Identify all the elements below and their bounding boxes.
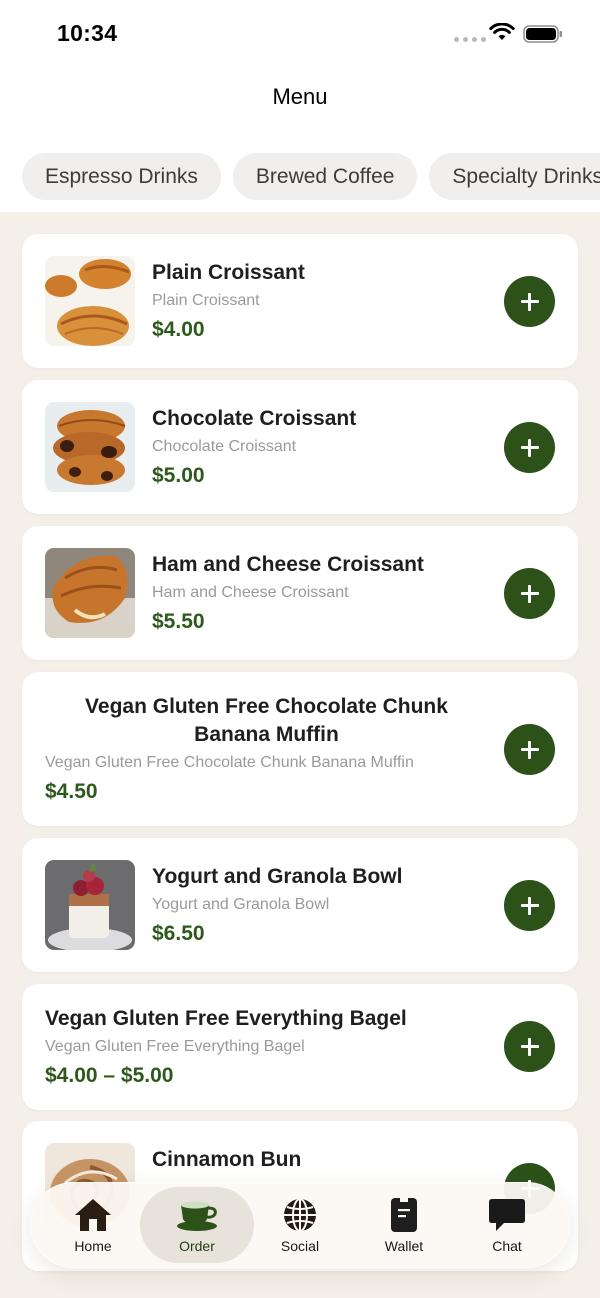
item-image — [45, 402, 135, 492]
item-name: Chocolate Croissant — [152, 407, 357, 430]
list-item[interactable]: Yogurt and Granola Bowl Yogurt and Grano… — [22, 838, 578, 972]
category-tabs: Espresso Drinks Brewed Coffee Specialty … — [22, 153, 600, 200]
top-bar: 10:34 Menu Espresso Drinks Brewed Coffee… — [0, 0, 600, 212]
list-item[interactable]: Plain Croissant Plain Croissant $4.00 — [22, 234, 578, 368]
item-description: Plain Croissant — [152, 292, 260, 309]
item-name: Vegan Gluten Free Chocolate Chunk Banana… — [85, 695, 448, 746]
item-image — [45, 860, 135, 950]
nav-order[interactable]: Order — [140, 1187, 254, 1263]
nav-home[interactable]: Home — [36, 1187, 150, 1263]
nav-label: Home — [74, 1237, 112, 1254]
item-price: $5.50 — [152, 610, 205, 633]
tab-espresso-drinks[interactable]: Espresso Drinks — [22, 153, 221, 200]
item-price: $5.00 — [152, 464, 205, 487]
status-time: 10:34 — [57, 20, 118, 46]
globe-icon — [284, 1197, 316, 1232]
add-button[interactable] — [504, 724, 555, 775]
item-image — [45, 256, 135, 346]
item-info: Vegan Gluten Free Everything Bagel Vegan… — [45, 1005, 488, 1090]
bottom-nav: Home Order Social Wallet Chat — [30, 1182, 570, 1268]
item-name: Yogurt and Granola Bowl — [152, 865, 403, 888]
item-info: Chocolate Croissant Chocolate Croissant … — [152, 405, 488, 490]
nav-social[interactable]: Social — [243, 1187, 357, 1263]
list-item[interactable]: Vegan Gluten Free Chocolate Chunk Banana… — [22, 672, 578, 826]
item-description: Yogurt and Granola Bowl — [152, 896, 330, 913]
item-name: Ham and Cheese Croissant — [152, 553, 424, 576]
coffee-cup-icon — [177, 1201, 217, 1231]
add-button[interactable] — [504, 568, 555, 619]
page-title: Menu — [272, 84, 328, 109]
chat-bubble-icon — [489, 1198, 525, 1231]
item-info: Plain Croissant Plain Croissant $4.00 — [152, 259, 488, 344]
item-info: Vegan Gluten Free Chocolate Chunk Banana… — [45, 693, 488, 806]
tab-brewed-coffee[interactable]: Brewed Coffee — [232, 153, 418, 200]
nav-wallet[interactable]: Wallet — [347, 1187, 461, 1263]
item-price: $4.50 — [45, 780, 98, 803]
plus-icon — [520, 1037, 539, 1056]
plus-icon — [520, 584, 539, 603]
list-item[interactable]: Vegan Gluten Free Everything Bagel Vegan… — [22, 984, 578, 1110]
item-name: Cinnamon Bun — [152, 1148, 302, 1171]
plus-icon — [520, 292, 539, 311]
battery-icon — [523, 25, 562, 43]
wallet-card-icon — [391, 1197, 417, 1232]
item-price: $4.00 — [152, 318, 205, 341]
tab-specialty-drinks[interactable]: Specialty Drinks — [429, 153, 600, 200]
item-name: Vegan Gluten Free Everything Bagel — [45, 1007, 407, 1030]
item-price: $4.00 – $5.00 — [45, 1064, 174, 1087]
signal-icon — [454, 37, 486, 42]
add-button[interactable] — [504, 880, 555, 931]
plus-icon — [520, 740, 539, 759]
item-price: $6.50 — [152, 922, 205, 945]
item-image — [45, 548, 135, 638]
item-description: Ham and Cheese Croissant — [152, 584, 349, 601]
add-button[interactable] — [504, 1021, 555, 1072]
list-item[interactable]: Ham and Cheese Croissant Ham and Cheese … — [22, 526, 578, 660]
item-description: Vegan Gluten Free Everything Bagel — [45, 1038, 305, 1055]
item-description: Vegan Gluten Free Chocolate Chunk Banana… — [45, 754, 414, 771]
home-icon — [75, 1198, 111, 1231]
nav-label: Order — [179, 1237, 215, 1254]
list-item[interactable]: Chocolate Croissant Chocolate Croissant … — [22, 380, 578, 514]
wifi-icon — [489, 23, 515, 40]
nav-label: Wallet — [384, 1237, 424, 1254]
nav-label: Social — [280, 1237, 320, 1254]
item-info: Yogurt and Granola Bowl Yogurt and Grano… — [152, 863, 488, 948]
plus-icon — [520, 896, 539, 915]
item-info: Ham and Cheese Croissant Ham and Cheese … — [152, 551, 488, 636]
nav-chat[interactable]: Chat — [450, 1187, 564, 1263]
item-description: Chocolate Croissant — [152, 438, 297, 455]
add-button[interactable] — [504, 422, 555, 473]
add-button[interactable] — [504, 276, 555, 327]
item-name: Plain Croissant — [152, 261, 305, 284]
plus-icon — [520, 438, 539, 457]
item-info: Cinnamon Bun — [152, 1146, 488, 1174]
nav-label: Chat — [492, 1237, 522, 1254]
